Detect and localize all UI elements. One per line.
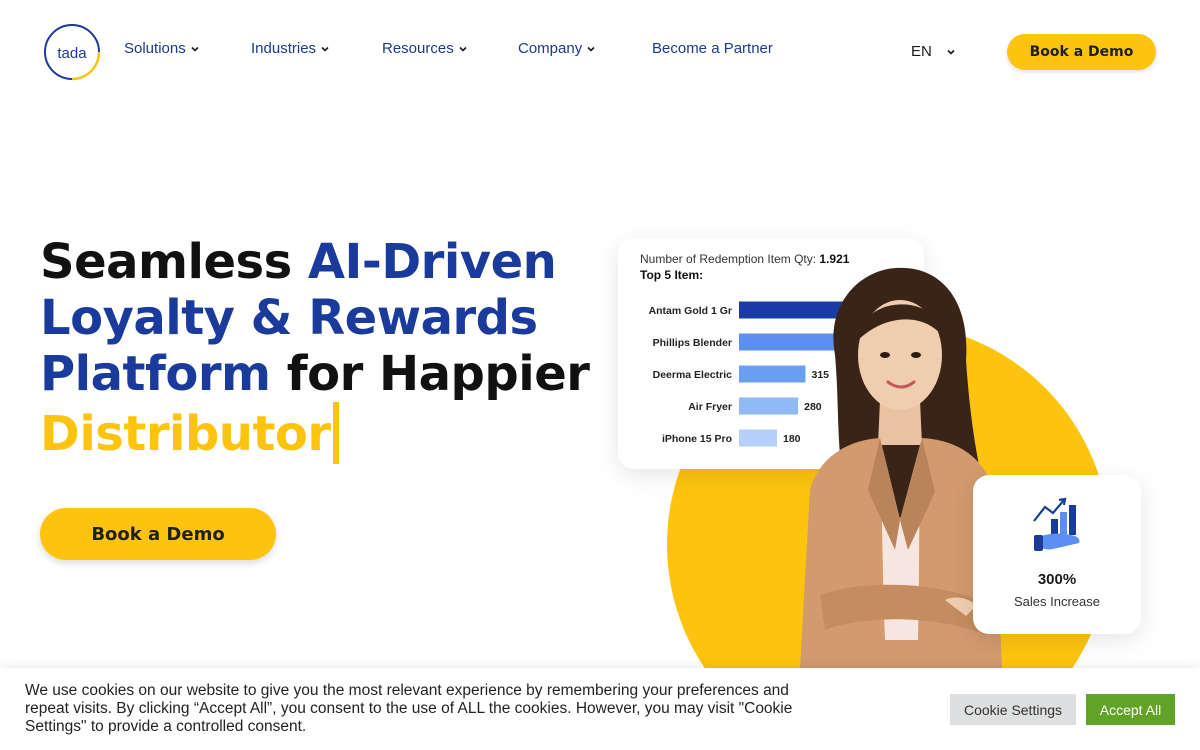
bar-label: iPhone 15 Pro bbox=[662, 433, 732, 445]
bar-label: Deerma Electric bbox=[653, 369, 733, 381]
logo-text: tada bbox=[57, 45, 87, 62]
chevron-down-icon bbox=[191, 46, 199, 52]
cookie-consent-bar: We use cookies on our website to give yo… bbox=[0, 668, 1200, 750]
hero-title-part4: Distributor bbox=[40, 406, 331, 462]
hero-title: Seamless AI-Driven Loyalty & Rewards Pla… bbox=[40, 234, 600, 464]
cookie-consent-text: We use cookies on our website to give yo… bbox=[25, 682, 793, 735]
hero-title-part3: for Happier bbox=[270, 346, 590, 402]
hero-title-part1: Seamless bbox=[40, 234, 308, 290]
nav-industries-label: Industries bbox=[251, 40, 317, 57]
accept-all-button[interactable]: Accept All bbox=[1086, 694, 1175, 725]
nav-company-label: Company bbox=[518, 40, 583, 57]
nav-solutions-label: Solutions bbox=[124, 40, 186, 57]
nav-solutions[interactable]: Solutions bbox=[124, 40, 200, 57]
stat-value: 300% bbox=[1037, 571, 1077, 588]
hero-visual: Number of Redemption Item Qty: 1.921 Top… bbox=[600, 220, 1160, 750]
nav-become-partner[interactable]: Become a Partner bbox=[652, 40, 773, 57]
nav-company[interactable]: Company bbox=[518, 40, 596, 57]
chart-growth-hand-icon bbox=[1033, 497, 1080, 551]
bar-label: Phillips Blender bbox=[653, 337, 732, 349]
cookie-settings-button[interactable]: Cookie Settings bbox=[950, 694, 1076, 725]
tada-logo[interactable]: tada bbox=[43, 23, 101, 81]
nav-industries[interactable]: Industries bbox=[251, 40, 330, 57]
header-book-demo-button[interactable]: Book a Demo bbox=[1007, 34, 1156, 70]
chevron-down-icon bbox=[947, 49, 955, 55]
bar-label: Air Fryer bbox=[688, 401, 732, 413]
chart-subtitle: Top 5 Item: bbox=[640, 268, 704, 282]
sales-increase-card: 300% Sales Increase bbox=[973, 475, 1141, 634]
nav-resources[interactable]: Resources bbox=[382, 40, 468, 57]
language-label: EN bbox=[911, 43, 932, 60]
chevron-down-icon bbox=[321, 46, 329, 52]
chevron-down-icon bbox=[459, 46, 467, 52]
stat-label: Sales Increase bbox=[1014, 594, 1100, 609]
nav-become-partner-label: Become a Partner bbox=[652, 40, 773, 57]
bar-label: Antam Gold 1 Gr bbox=[649, 305, 732, 317]
chevron-down-icon bbox=[587, 46, 595, 52]
language-selector[interactable]: EN bbox=[911, 43, 956, 60]
nav-resources-label: Resources bbox=[382, 40, 454, 57]
typing-cursor bbox=[332, 402, 339, 464]
hero-book-demo-button[interactable]: Book a Demo bbox=[40, 508, 276, 560]
